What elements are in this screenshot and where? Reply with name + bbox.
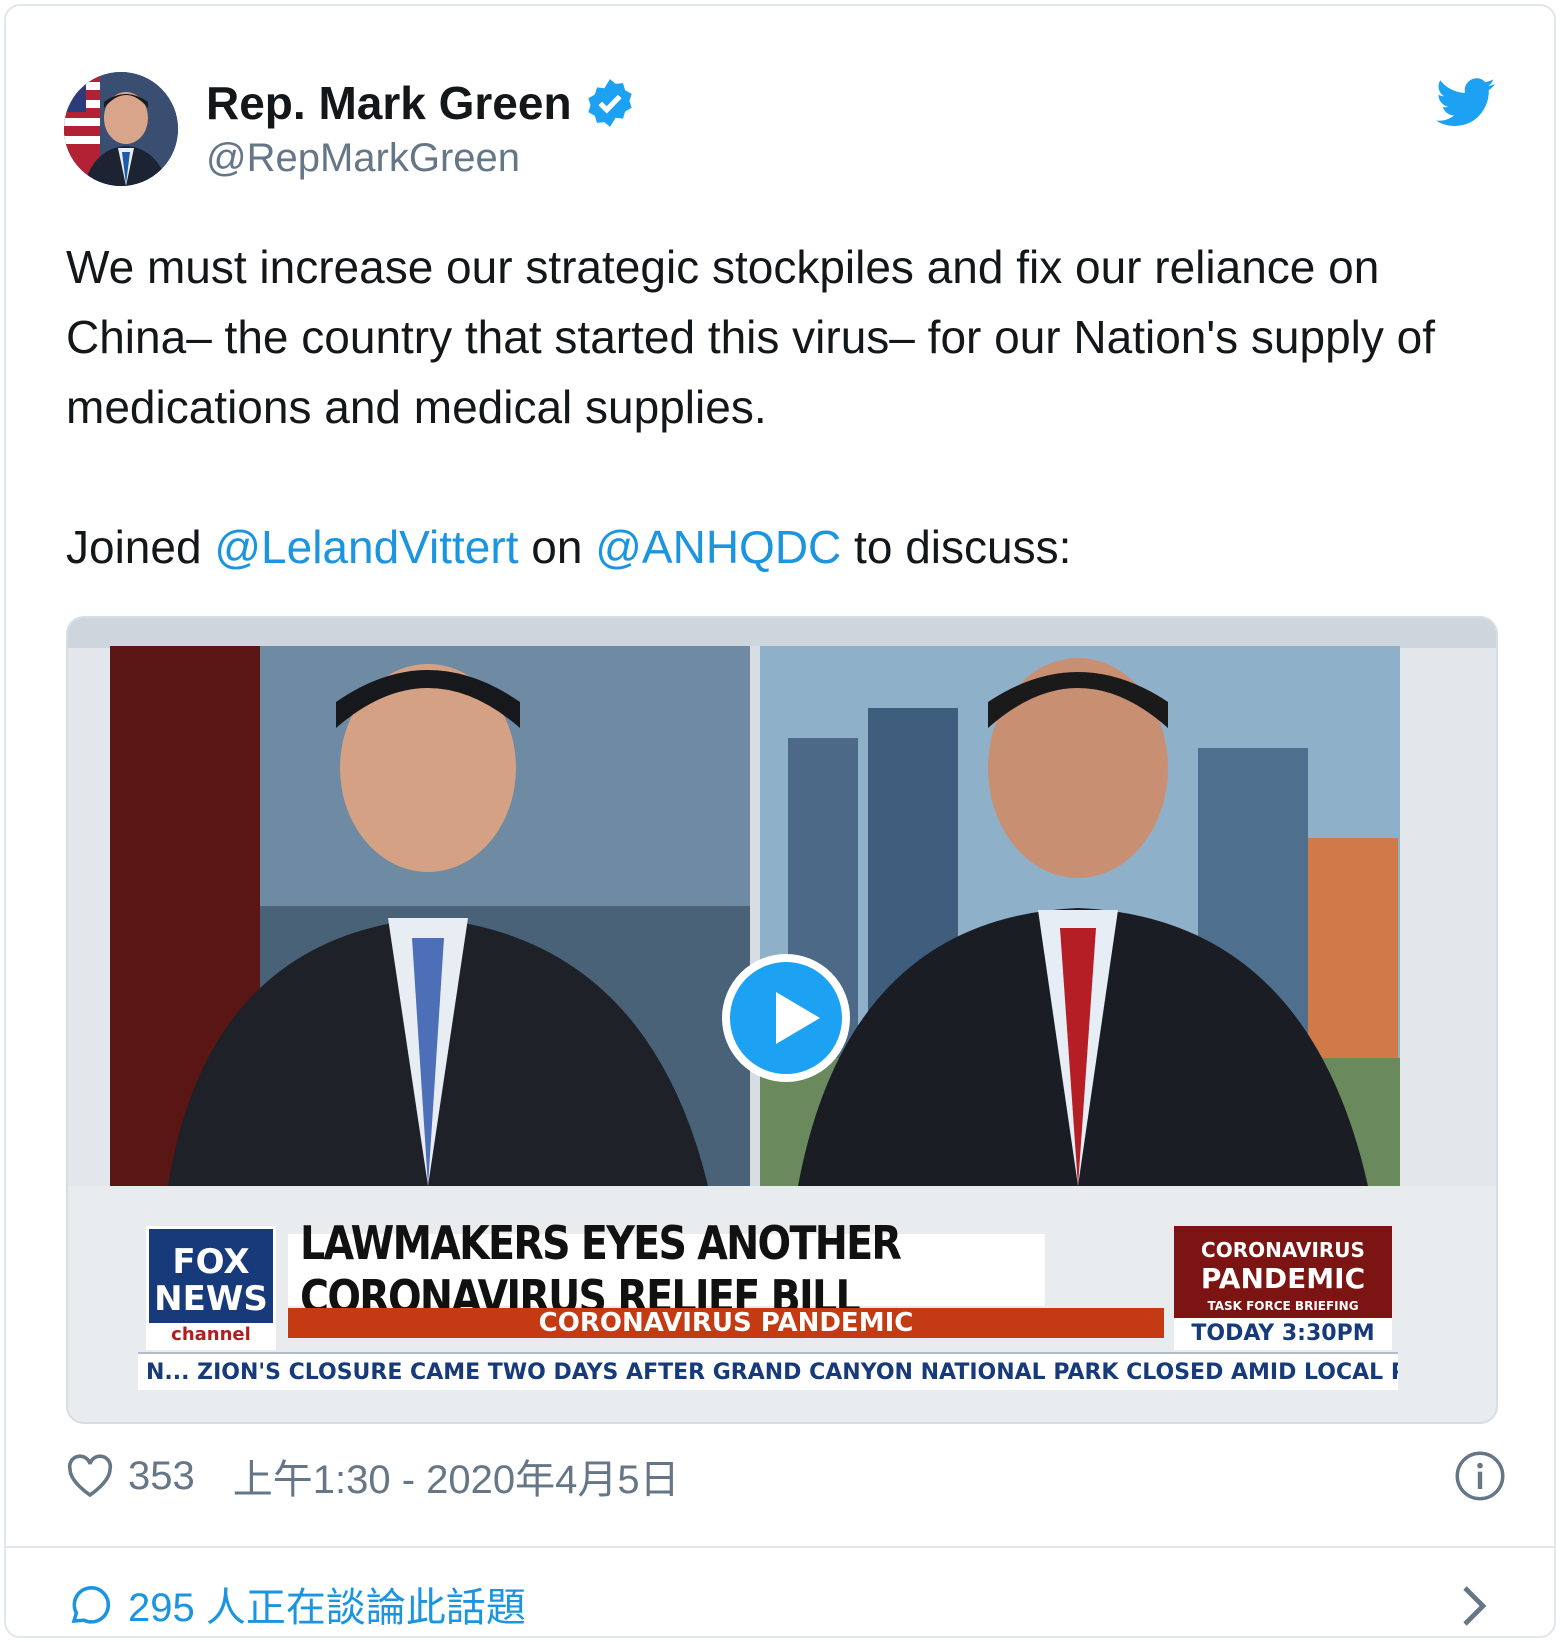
heart-icon[interactable] bbox=[66, 1454, 114, 1498]
news-ticker: N... ZION'S CLOSURE CAME TWO DAYS AFTER … bbox=[138, 1352, 1398, 1390]
mention-anhqdc[interactable]: @ANHQDC bbox=[595, 521, 841, 573]
info-icon[interactable] bbox=[1454, 1450, 1506, 1502]
conversation-link[interactable]: 295 人正在談論此話題 bbox=[66, 1574, 1506, 1634]
chevron-right-icon bbox=[1463, 1586, 1487, 1626]
chyron-side-box: CORONAVIRUS PANDEMIC TASK FORCE BRIEFING… bbox=[1174, 1226, 1392, 1378]
verified-badge-icon bbox=[587, 79, 632, 127]
reply-bubble-icon bbox=[71, 1586, 111, 1624]
tweet-text: We must increase our strategic stockpile… bbox=[66, 232, 1506, 582]
conversation-count-text: 295 人正在談論此話題 bbox=[128, 1586, 526, 1630]
joined-suffix: to discuss: bbox=[841, 521, 1072, 573]
side-box-line4: TODAY 3:30PM ET bbox=[1174, 1318, 1392, 1378]
joined-mid: on bbox=[518, 521, 596, 573]
tweet-joined-line: Joined @LelandVittert on @ANHQDC to disc… bbox=[66, 512, 1506, 582]
joined-prefix: Joined bbox=[66, 521, 215, 573]
video-player[interactable]: FOX NEWS channel LAWMAKERS EYES ANOTHER … bbox=[66, 616, 1498, 1424]
tweet-paragraph: We must increase our strategic stockpile… bbox=[66, 241, 1436, 433]
chyron-headline: LAWMAKERS EYES ANOTHER CORONAVIRUS RELIE… bbox=[288, 1216, 1045, 1324]
chyron-subheadline: CORONAVIRUS PANDEMIC bbox=[288, 1308, 1164, 1338]
author-handle[interactable]: @RepMarkGreen bbox=[206, 136, 520, 181]
author-name[interactable]: Rep. Mark Green bbox=[206, 76, 572, 130]
like-count[interactable]: 353 bbox=[128, 1454, 195, 1499]
side-box-line2: PANDEMIC bbox=[1200, 1262, 1366, 1295]
mention-lelandvittert[interactable]: @LelandVittert bbox=[214, 521, 518, 573]
twitter-bird-icon[interactable] bbox=[1436, 78, 1496, 128]
play-button[interactable] bbox=[722, 954, 850, 1082]
fox-logo-line1: FOX bbox=[172, 1242, 250, 1282]
side-box-line3: TASK FORCE BRIEFING bbox=[1207, 1299, 1359, 1313]
fox-logo-line2: NEWS bbox=[154, 1279, 268, 1319]
author-row: Rep. Mark Green bbox=[206, 76, 636, 130]
side-box-line1: CORONAVIRUS bbox=[1201, 1238, 1365, 1262]
tweet-meta: 353 上午1:30 - 2020年4月5日 bbox=[66, 1446, 1506, 1506]
fox-news-logo: FOX NEWS channel bbox=[146, 1226, 276, 1350]
tweet-card: Rep. Mark Green @RepMarkGreen We must in… bbox=[4, 4, 1556, 1638]
timestamp[interactable]: 上午1:30 - 2020年4月5日 bbox=[233, 1447, 680, 1505]
avatar[interactable] bbox=[64, 72, 178, 186]
fox-logo-line3: channel bbox=[149, 1323, 273, 1347]
divider bbox=[6, 1546, 1554, 1548]
